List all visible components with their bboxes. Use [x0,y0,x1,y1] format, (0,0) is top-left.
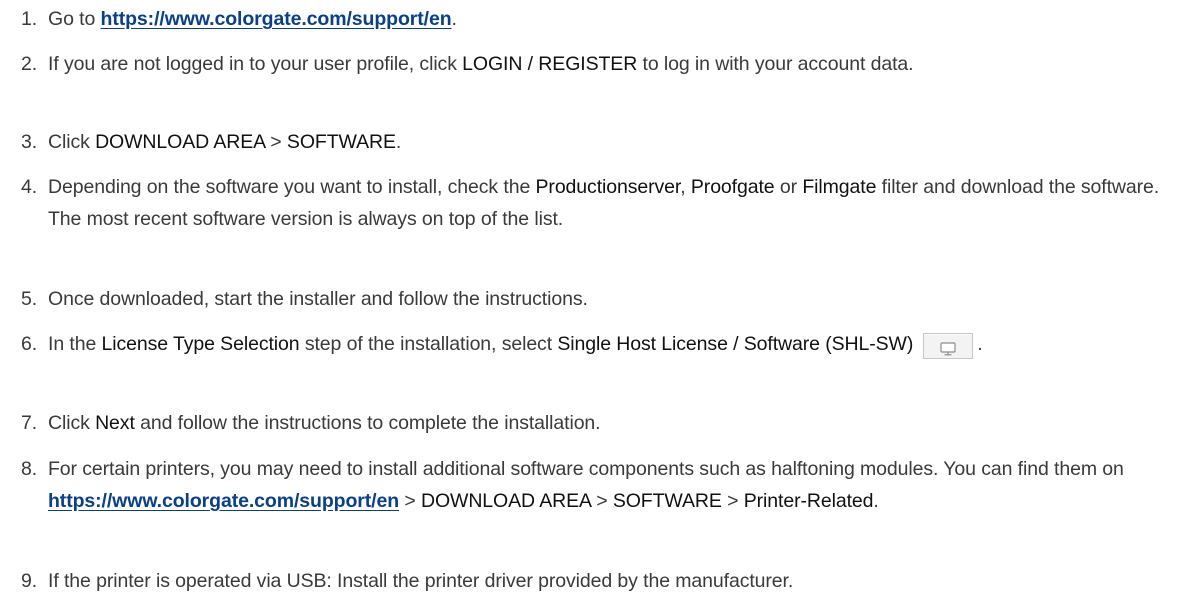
monitor-icon [940,342,956,356]
step-text: Depending on the software you want to in… [48,176,1160,230]
ui-term-single-host-license: Single Host License / Software (SHL-SW) [557,333,914,355]
step-text: Click Next and follow the instructions t… [48,412,601,434]
step-number: 2. [21,53,38,75]
ui-term-printer-related: Printer-Related [743,490,874,512]
step-text: In the License Type Selection step of th… [48,328,1178,360]
step-number: 9. [21,570,38,592]
step-number: 8. [21,458,38,480]
ui-term-next: Next [95,412,135,434]
shl-sw-monitor-button [923,333,974,359]
ui-term-software: SOFTWARE [286,131,396,153]
step-text: If the printer is operated via USB: Inst… [48,570,794,592]
step-text: Click DOWNLOAD AREA > SOFTWARE. [48,131,402,153]
ui-term-productionserver: Productionserver [535,176,681,198]
step-text: Go to https://www.colorgate.com/support/… [48,8,457,30]
ui-term-download-area: DOWNLOAD AREA [420,490,591,512]
step-text: If you are not logged in to your user pr… [48,53,914,75]
step-text: Once downloaded, start the installer and… [48,288,588,310]
step-number: 5. [21,288,38,310]
ui-term-filmgate: Filmgate [802,176,877,198]
step-number: 6. [21,333,38,355]
step-number: 7. [21,412,38,434]
ui-term-proofgate: Proofgate [690,176,775,198]
support-link[interactable]: https://www.colorgate.com/support/en [101,8,452,30]
ui-term-download-area: DOWNLOAD AREA [95,131,265,153]
step-text: For certain printers, you may need to in… [48,458,1124,512]
support-link[interactable]: https://www.colorgate.com/support/en [48,490,399,512]
step-number: 3. [21,131,38,153]
step-number: 4. [21,176,38,198]
ui-term-login-register: LOGIN / REGISTER [462,53,638,75]
step-number: 1. [21,8,38,30]
ui-term-license-type-selection: License Type Selection [101,333,300,355]
ui-term-software: SOFTWARE [612,490,722,512]
